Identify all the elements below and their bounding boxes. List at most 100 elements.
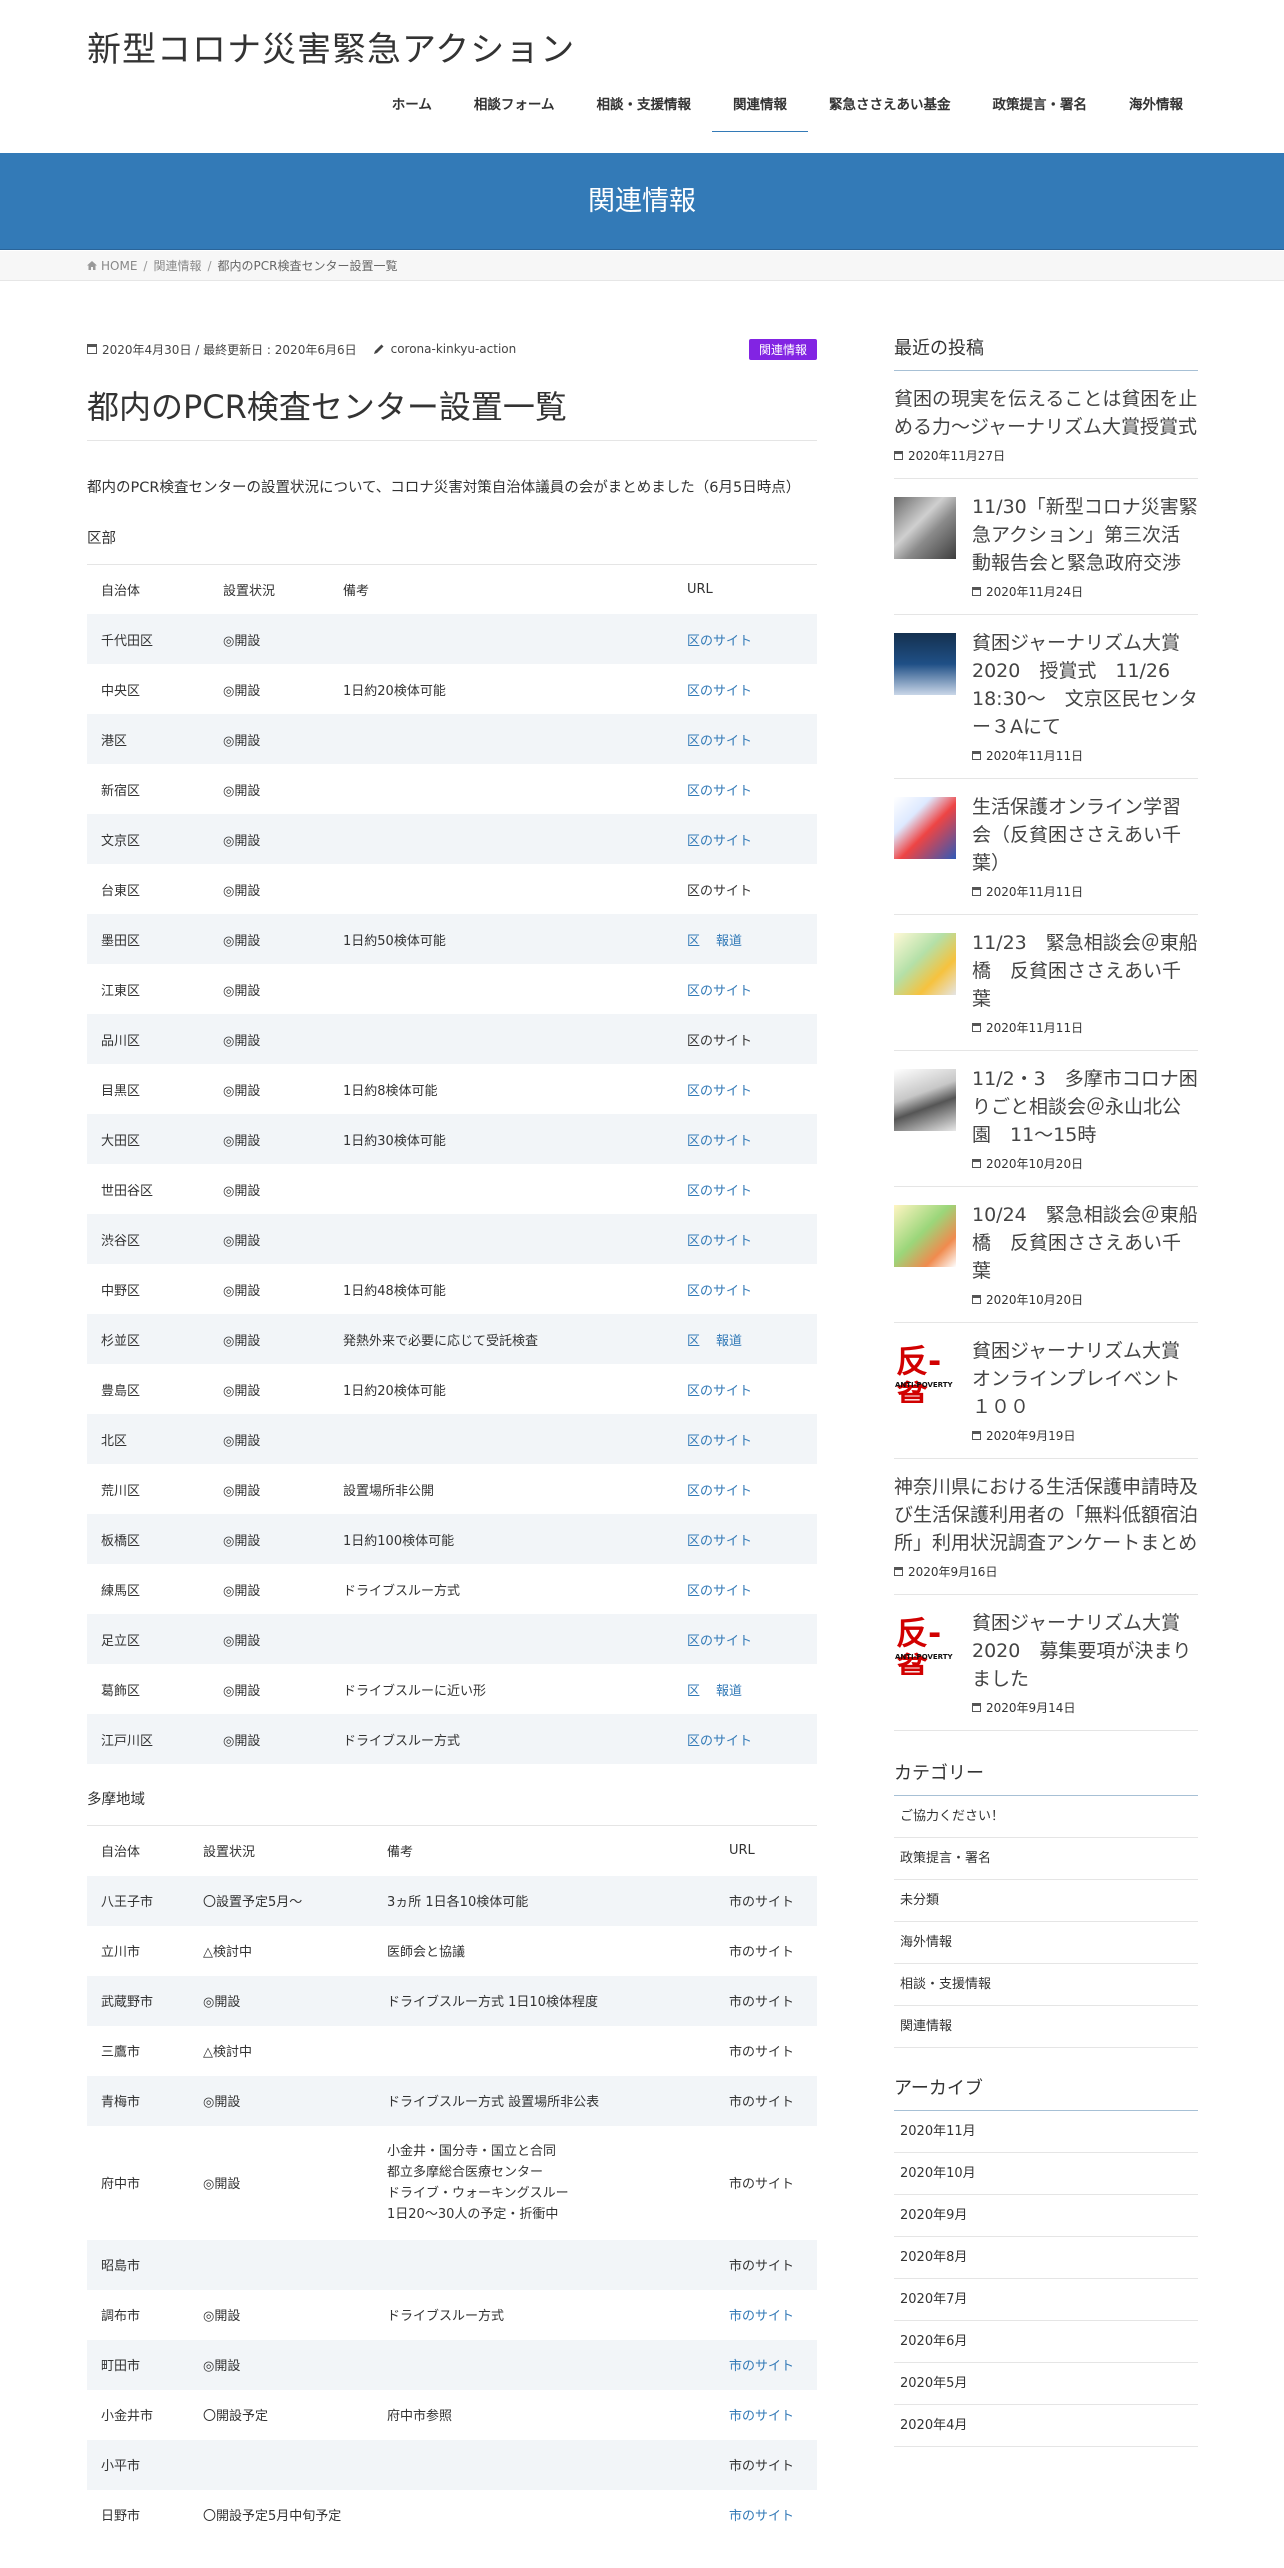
site-link[interactable]: 市のサイト: [729, 2459, 794, 2474]
news-link[interactable]: 報道: [716, 1684, 742, 1699]
recent-post-item[interactable]: 貧困ジャーナリズム大賞2020 授賞式 11/26 18:30～ 文京区民センタ…: [894, 615, 1198, 779]
site-link[interactable]: 区のサイト: [687, 1434, 752, 1449]
site-link[interactable]: 区のサイト: [687, 1084, 752, 1099]
status-cell: ◎開設: [209, 1214, 329, 1265]
site-link[interactable]: 市のサイト: [729, 2095, 794, 2110]
post-title-link[interactable]: 11/30「新型コロナ災害緊急アクション」第三次活動報告会と緊急政府交渉: [972, 493, 1198, 577]
nav-item[interactable]: 緊急ささえあい基金: [808, 94, 972, 132]
recent-post-item[interactable]: 10/24 緊急相談会＠東船橋 反貧困ささえあい千葉 2020年10月20日: [894, 1187, 1198, 1323]
archive-link[interactable]: 2020年9月: [894, 2195, 1198, 2237]
recent-post-item[interactable]: 貧困の現実を伝えることは貧困を止める力～ジャーナリズム大賞授賞式 2020年11月…: [894, 371, 1198, 479]
post-thumbnail[interactable]: [894, 497, 956, 559]
nav-item[interactable]: 関連情報: [712, 94, 808, 132]
post-title-link[interactable]: 生活保護オンライン学習会（反貧困ささえあい千葉）: [972, 793, 1198, 877]
note-cell: 1日約50検体可能: [329, 914, 673, 965]
post-thumbnail[interactable]: [894, 933, 956, 995]
site-link[interactable]: 区のサイト: [687, 1634, 752, 1649]
news-link[interactable]: 報道: [716, 1334, 742, 1349]
site-link[interactable]: 区のサイト: [687, 734, 752, 749]
news-link[interactable]: 報道: [716, 934, 742, 949]
archive-link[interactable]: 2020年5月: [894, 2363, 1198, 2405]
note-cell: 1日約100検体可能: [329, 1514, 673, 1565]
table-header-cell: 設置状況: [223, 583, 276, 599]
site-link[interactable]: 区のサイト: [687, 1384, 752, 1399]
site-link[interactable]: 区のサイト: [687, 884, 752, 899]
archive-link[interactable]: 2020年7月: [894, 2279, 1198, 2321]
post-thumbnail[interactable]: [894, 633, 956, 695]
category-link[interactable]: 海外情報: [894, 1922, 1198, 1964]
site-link[interactable]: 区: [687, 1334, 700, 1349]
category-link[interactable]: 未分類: [894, 1880, 1198, 1922]
site-link[interactable]: 市のサイト: [729, 2409, 794, 2424]
site-link[interactable]: 市のサイト: [729, 2177, 794, 2192]
site-link[interactable]: 区のサイト: [687, 1134, 752, 1149]
post-text: 11/2・3 多摩市コロナ困りごと相談会＠永山北公園 11～15時 2020年10…: [972, 1065, 1198, 1172]
site-link[interactable]: 市のサイト: [729, 1895, 794, 1910]
post-title-link[interactable]: 貧困ジャーナリズム大賞2020 授賞式 11/26 18:30～ 文京区民センタ…: [972, 629, 1198, 741]
site-link[interactable]: 区のサイト: [687, 1234, 752, 1249]
nav-item[interactable]: 相談フォーム: [453, 94, 576, 132]
site-link[interactable]: 市のサイト: [729, 2509, 794, 2524]
post-thumbnail[interactable]: 反-貧 ANTI-POVERTY: [894, 1613, 956, 1675]
site-link[interactable]: 区: [687, 934, 700, 949]
post-title-link[interactable]: 11/23 緊急相談会＠東船橋 反貧困ささえあい千葉: [972, 929, 1198, 1013]
category-badge[interactable]: 関連情報: [748, 339, 817, 360]
nav-item[interactable]: ホーム: [371, 94, 453, 132]
site-link[interactable]: 区のサイト: [687, 684, 752, 699]
recent-post-item[interactable]: 反-貧 ANTI-POVERTY 貧困ジャーナリズム大賞オンラインプレイベント１００…: [894, 1323, 1198, 1459]
site-link[interactable]: 区のサイト: [687, 634, 752, 649]
post-thumbnail[interactable]: [894, 1205, 956, 1267]
site-link[interactable]: 市のサイト: [729, 1945, 794, 1960]
site-link[interactable]: 市のサイト: [729, 2259, 794, 2274]
recent-post-item[interactable]: 神奈川県における生活保護申請時及び生活保護利用者の「無料低額宿泊所」利用状況調査…: [894, 1459, 1198, 1595]
post-thumbnail[interactable]: [894, 1069, 956, 1131]
site-link[interactable]: 区のサイト: [687, 1034, 752, 1049]
site-link[interactable]: 区のサイト: [687, 1284, 752, 1299]
recent-post-item[interactable]: 生活保護オンライン学習会（反貧困ささえあい千葉） 2020年11月11日: [894, 779, 1198, 915]
category-link[interactable]: 相談・支援情報: [894, 1964, 1198, 2006]
recent-post-item[interactable]: 11/23 緊急相談会＠東船橋 反貧困ささえあい千葉 2020年11月11日: [894, 915, 1198, 1051]
archive-link[interactable]: 2020年6月: [894, 2321, 1198, 2363]
site-link[interactable]: 区のサイト: [687, 984, 752, 999]
post-title-link[interactable]: 貧困ジャーナリズム大賞オンラインプレイベント１００: [972, 1337, 1198, 1421]
archive-link[interactable]: 2020年10月: [894, 2153, 1198, 2195]
site-link[interactable]: 市のサイト: [729, 2309, 794, 2324]
post-title-link[interactable]: 10/24 緊急相談会＠東船橋 反貧困ささえあい千葉: [972, 1201, 1198, 1285]
site-link[interactable]: 区のサイト: [687, 1184, 752, 1199]
post-thumbnail[interactable]: 反-貧 ANTI-POVERTY: [894, 1341, 956, 1403]
recent-post-item[interactable]: 11/2・3 多摩市コロナ困りごと相談会＠永山北公園 11～15時 2020年10…: [894, 1051, 1198, 1187]
site-link[interactable]: 区: [687, 1684, 700, 1699]
site-link[interactable]: 市のサイト: [729, 2359, 794, 2374]
recent-post-item[interactable]: 反-貧 ANTI-POVERTY 貧困ジャーナリズム大賞2020 募集要項が決まりま…: [894, 1595, 1198, 1731]
breadcrumb-home[interactable]: HOME: [101, 259, 137, 273]
breadcrumb-parent[interactable]: 関連情報: [153, 257, 201, 274]
post-author[interactable]: corona-kinkyu-action: [391, 342, 517, 356]
archive-link[interactable]: 2020年11月: [894, 2111, 1198, 2153]
site-title[interactable]: 新型コロナ災害緊急アクション: [87, 22, 575, 71]
post-title-link[interactable]: 神奈川県における生活保護申請時及び生活保護利用者の「無料低額宿泊所」利用状況調査…: [894, 1473, 1198, 1557]
site-link[interactable]: 区のサイト: [687, 834, 752, 849]
nav-item[interactable]: 相談・支援情報: [576, 94, 713, 132]
archive-link[interactable]: 2020年4月: [894, 2405, 1198, 2447]
calendar-icon: [972, 587, 981, 596]
category-link[interactable]: 関連情報: [894, 2006, 1198, 2048]
table-row: 板橋区 ◎開設 1日約100検体可能 区のサイト: [87, 1514, 817, 1565]
category-link[interactable]: ご協力ください！: [894, 1796, 1198, 1838]
nav-item[interactable]: 海外情報: [1108, 94, 1204, 132]
post-title-link[interactable]: 貧困の現実を伝えることは貧困を止める力～ジャーナリズム大賞授賞式: [894, 385, 1198, 441]
post-title-link[interactable]: 貧困ジャーナリズム大賞2020 募集要項が決まりました: [972, 1609, 1198, 1693]
site-link[interactable]: 区のサイト: [687, 1584, 752, 1599]
site-link[interactable]: 区のサイト: [687, 784, 752, 799]
recent-post-item[interactable]: 11/30「新型コロナ災害緊急アクション」第三次活動報告会と緊急政府交渉 2020…: [894, 479, 1198, 615]
archive-link[interactable]: 2020年8月: [894, 2237, 1198, 2279]
category-link[interactable]: 政策提言・署名: [894, 1838, 1198, 1880]
site-link[interactable]: 区のサイト: [687, 1484, 752, 1499]
nav-item[interactable]: 政策提言・署名: [972, 94, 1109, 132]
site-link[interactable]: 市のサイト: [729, 1995, 794, 2010]
site-link[interactable]: 区のサイト: [687, 1734, 752, 1749]
post-title-link[interactable]: 11/2・3 多摩市コロナ困りごと相談会＠永山北公園 11～15時: [972, 1065, 1198, 1149]
post-thumbnail[interactable]: [894, 797, 956, 859]
post-text: 11/30「新型コロナ災害緊急アクション」第三次活動報告会と緊急政府交渉 2020…: [972, 493, 1198, 600]
site-link[interactable]: 区のサイト: [687, 1534, 752, 1549]
site-link[interactable]: 市のサイト: [729, 2045, 794, 2060]
